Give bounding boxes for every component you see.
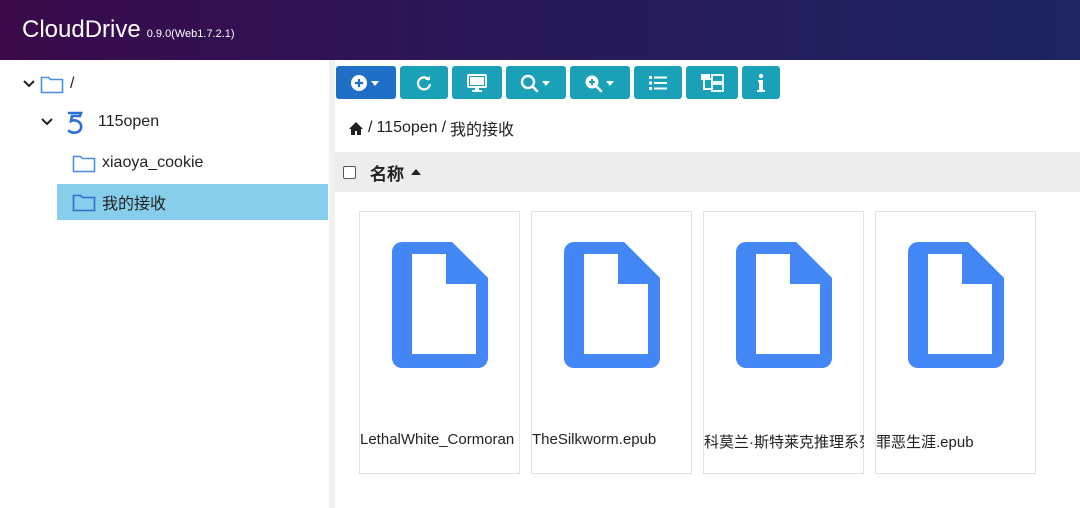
search-dropdown-icon	[520, 74, 550, 92]
file-icon	[908, 242, 1004, 368]
chevron-down-icon[interactable]	[22, 77, 36, 91]
monitor-icon	[467, 73, 487, 92]
folder-icon	[72, 194, 96, 211]
tree-item-label: 115open	[98, 113, 160, 130]
home-icon[interactable]	[348, 121, 364, 136]
tree-view-button[interactable]	[686, 66, 738, 99]
column-name-header[interactable]: 名称	[370, 160, 404, 185]
info-button[interactable]	[742, 66, 780, 99]
sitemap-icon	[701, 73, 724, 92]
main-panel: / 115open / 我的接收 名称 LethalWhite_Cormoran	[335, 60, 1080, 508]
refresh-icon	[416, 75, 432, 90]
zoom-menu-button[interactable]	[570, 66, 630, 99]
file-card[interactable]: 罪恶生涯.epub	[875, 211, 1036, 474]
breadcrumb-separator: /	[441, 119, 447, 136]
zoom-in-dropdown-icon	[585, 75, 614, 92]
folder-icon	[72, 155, 96, 172]
sidebar: / 115open xiaoya_cookie 我的接收	[0, 60, 333, 508]
refresh-button[interactable]	[400, 66, 448, 99]
tree-item-label: 我的接收	[102, 196, 167, 213]
info-icon	[757, 73, 765, 92]
file-card[interactable]: TheSilkworm.epub	[531, 211, 692, 474]
tree-root[interactable]: /	[22, 66, 74, 102]
breadcrumb-separator: /	[368, 119, 373, 136]
tree-item-label: xiaoya_cookie	[102, 154, 204, 171]
plus-circle-dropdown-icon	[351, 74, 379, 91]
app-brand[interactable]: CloudDrive	[22, 16, 141, 44]
app-header: CloudDrive 0.9.0(Web1.7.2.1)	[0, 0, 1080, 60]
tree-item-xiaoya-cookie[interactable]: xiaoya_cookie	[72, 145, 203, 181]
tree-item-115open[interactable]: 115open	[40, 104, 159, 140]
search-menu-button[interactable]	[506, 66, 566, 99]
list-icon	[649, 75, 667, 90]
breadcrumb-item[interactable]: 我的接收	[450, 116, 514, 140]
file-name: 罪恶生涯.epub	[876, 434, 974, 451]
tree-item-my-received[interactable]: 我的接收	[57, 184, 328, 220]
file-icon	[392, 242, 488, 368]
breadcrumb-item[interactable]: 115open	[376, 119, 437, 137]
breadcrumb: / 115open / 我的接收	[348, 116, 514, 140]
file-card[interactable]: LethalWhite_Cormoran	[359, 211, 520, 474]
115-logo-icon	[67, 111, 83, 134]
list-view-button[interactable]	[634, 66, 682, 99]
file-card[interactable]: 科莫兰·斯特莱克推理系列	[703, 211, 864, 474]
add-menu-button[interactable]	[336, 66, 396, 99]
file-name: TheSilkworm.epub	[532, 431, 657, 448]
file-icon	[564, 242, 660, 368]
file-name: 科莫兰·斯特莱克推理系列	[704, 434, 864, 451]
folder-icon	[40, 76, 64, 93]
file-name: LethalWhite_Cormoran	[360, 431, 515, 448]
chevron-down-icon[interactable]	[40, 115, 54, 129]
list-header: 名称	[335, 152, 1080, 192]
sort-asc-icon[interactable]	[410, 165, 422, 179]
toolbar	[336, 66, 780, 99]
tree-root-label: /	[70, 75, 75, 92]
display-button[interactable]	[452, 66, 502, 99]
file-icon	[736, 242, 832, 368]
select-all-checkbox[interactable]	[343, 165, 356, 179]
app-version: 0.9.0(Web1.7.2.1)	[146, 28, 235, 40]
